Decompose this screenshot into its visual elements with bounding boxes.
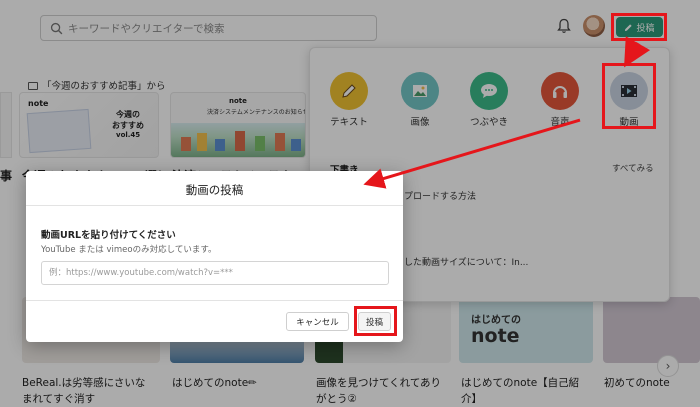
see-all-link[interactable]: すべてみる [612, 162, 654, 174]
screenshot-frame: キーワードやクリエイターで検索 投稿 「今週のおすすめ記事」から 事 note … [0, 0, 700, 407]
video-url-input[interactable] [41, 261, 389, 285]
thumb-text-line2: note [471, 325, 520, 347]
thumb-page-illustration [26, 108, 92, 154]
card-thumbnail-2[interactable]: note 決済システムメンテナンスのお知らせ [170, 92, 306, 158]
image-icon [401, 72, 439, 110]
post-menu-label: 画像 [410, 117, 430, 128]
dialog-title: 動画の投稿 [185, 183, 244, 197]
post-menu-item-audio[interactable]: 音声 [532, 72, 588, 128]
section-title: 「今週のおすすめ記事」から [28, 78, 166, 92]
thumb-title: 決済システムメンテナンスのお知らせ [207, 109, 306, 116]
thumb-brand: note [28, 99, 49, 108]
post-menu-label: 音声 [550, 117, 570, 128]
speech-bubble-icon [470, 72, 508, 110]
search-input[interactable]: キーワードやクリエイターで検索 [68, 21, 224, 36]
bottom-title-1[interactable]: BeReal.は劣等感にさいな まれてすぐ消す [22, 375, 145, 407]
post-menu-item-image[interactable]: 画像 [392, 72, 448, 128]
search-box[interactable]: キーワードやクリエイターで検索 [40, 15, 377, 41]
post-menu-label: 動画 [619, 117, 639, 128]
city-illustration [171, 123, 305, 157]
post-menu-item-video[interactable]: 動画 [601, 72, 657, 128]
book-icon [28, 82, 38, 90]
pencil-icon [330, 72, 368, 110]
bottom-title-4[interactable]: はじめてのnote【自己紹 介】 [461, 375, 579, 407]
previous-card-title[interactable]: 事 [0, 167, 12, 184]
post-menu-item-text[interactable]: テキスト [321, 72, 377, 128]
thumb-brand: note [229, 97, 247, 105]
thumb-title: 今週の おすすめ [112, 110, 144, 130]
draft-item[interactable]: プロードする方法 [404, 189, 476, 202]
section-title-text: 「今週のおすすめ記事」から [42, 81, 166, 92]
search-icon [50, 22, 63, 35]
dialog-header: 動画の投稿 [26, 171, 403, 206]
chevron-right-icon: › [665, 359, 671, 373]
post-button-label: 投稿 [636, 23, 655, 34]
bottom-title-2[interactable]: はじめてのnote✏ [172, 375, 257, 391]
bottom-thumbnail-5[interactable] [603, 297, 700, 363]
bottom-title-3[interactable]: 画像を見つけてくれてあり がとう② [316, 375, 441, 407]
cancel-button[interactable]: キャンセル [286, 312, 349, 331]
post-button[interactable]: 投稿 [616, 17, 663, 37]
thumb-vol: vol.45 [116, 131, 141, 139]
top-bar: キーワードやクリエイターで検索 投稿 [0, 0, 700, 50]
post-menu-item-tweet[interactable]: つぶやき [461, 72, 517, 128]
bottom-thumbnail-4[interactable]: はじめての note [459, 297, 593, 363]
headphones-icon [541, 72, 579, 110]
submit-post-button[interactable]: 投稿 [358, 312, 391, 331]
pencil-icon [625, 23, 633, 31]
post-menu-label: つぶやき [469, 117, 508, 128]
carousel-next-button[interactable]: › [657, 355, 679, 377]
post-menu-label: テキスト [330, 117, 368, 128]
bottom-title-5[interactable]: 初めてのnote [604, 375, 670, 391]
film-icon [610, 72, 648, 110]
card-thumbnail-1[interactable]: note 今週の おすすめ vol.45 [19, 92, 159, 158]
video-post-dialog: 動画の投稿 動画URLを貼り付けてください YouTube または vimeoの… [26, 171, 403, 342]
draft-item[interactable]: した動画サイズについて：In... [404, 255, 528, 268]
avatar[interactable] [583, 15, 605, 37]
bell-icon[interactable] [557, 18, 571, 34]
previous-card-stub[interactable] [0, 92, 12, 158]
url-field-note: YouTube または vimeoのみ対応しています。 [41, 245, 217, 255]
thumb-text-line1: はじめての [471, 315, 521, 326]
url-field-label: 動画URLを貼り付けてください [41, 230, 176, 241]
